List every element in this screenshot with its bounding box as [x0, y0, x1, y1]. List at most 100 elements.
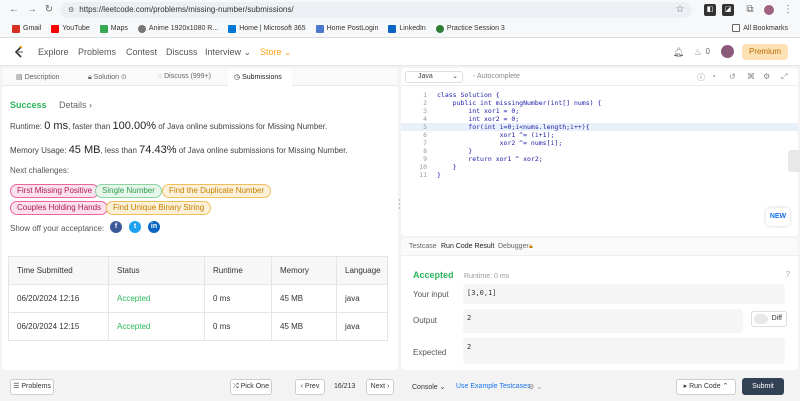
line-number: 9 [423, 155, 427, 163]
submit-button[interactable]: Submit [742, 378, 784, 395]
your-input-label: Your input [413, 290, 449, 299]
tab-submissions[interactable]: ◷ Submissions [234, 73, 282, 81]
extension-icon-2[interactable]: ◪ [722, 4, 734, 16]
code-text: for(int i=0;i<nums.length;i++){ [437, 123, 590, 131]
extension-icon[interactable]: ◧ [704, 4, 716, 16]
success-label: Success [10, 100, 47, 110]
note-count[interactable]: ◔ [711, 72, 716, 81]
language-value: Java [418, 73, 433, 80]
nav-explore[interactable]: Explore [38, 47, 69, 57]
challenge-couples-holding-hands[interactable]: Couples Holding Hands [10, 201, 109, 215]
code-area[interactable]: 1 class Solution { 2 public int missingNu… [401, 88, 798, 236]
code-line: 6 xor1 ^= (i+1); [401, 131, 798, 139]
code-text: xor1 ^= (i+1); [437, 131, 555, 139]
problems-button[interactable]: ☰ Problems [10, 379, 54, 395]
all-bookmarks[interactable]: All Bookmarks [732, 24, 788, 32]
code-text: } [437, 147, 473, 155]
new-feature-badge[interactable]: NEW [766, 208, 790, 226]
help-icon[interactable]: ? [786, 270, 790, 279]
fullscreen-icon[interactable]: ⤢ [781, 72, 787, 82]
challenge-first-missing-positive[interactable]: First Missing Positive [10, 184, 100, 198]
cell-time: 06/20/2024 12:16 [8, 284, 109, 313]
site-info-icon[interactable]: ⚙ [68, 7, 74, 14]
challenge-find-duplicate[interactable]: Find the Duplicate Number [162, 184, 272, 198]
forward-icon[interactable]: → [26, 4, 38, 16]
col-memory[interactable]: Memory [271, 256, 337, 285]
user-avatar[interactable] [721, 45, 734, 58]
tab-run-code-result[interactable]: Run Code Result [441, 243, 494, 250]
bookmark-maps[interactable]: Maps [99, 24, 128, 33]
output-label: Output [413, 316, 438, 325]
expected-value: 2 [463, 338, 785, 364]
shortcuts-icon[interactable]: ⌘ [747, 72, 755, 81]
extensions-icon[interactable]: ⧉ [744, 4, 756, 16]
pick-one-button[interactable]: ⤮ Pick One [230, 379, 272, 395]
next-button[interactable]: Next › [366, 379, 394, 395]
col-runtime[interactable]: Runtime [204, 256, 272, 285]
tab-testcase[interactable]: Testcase [409, 243, 437, 250]
line-number: 5 [423, 123, 427, 131]
console-panel: Testcase Run Code Result Debugger 🔒︎ Acc… [401, 238, 798, 370]
use-example-testcases[interactable]: Use Example Testcases [456, 383, 531, 390]
autocomplete-toggle[interactable]: ◦ Autocomplete [473, 73, 520, 80]
cell-status[interactable]: Accepted [108, 284, 205, 313]
challenge-find-unique-binary[interactable]: Find Unique Binary String [106, 201, 212, 215]
linkedin-icon [388, 24, 397, 33]
more-options-icon[interactable]: ⚙ ⌄ [528, 383, 542, 391]
reload-icon[interactable]: ↻ [43, 4, 55, 16]
bookmark-microsoft365[interactable]: Home | Microsoft 365 [228, 24, 306, 33]
col-time[interactable]: Time Submitted [8, 256, 109, 285]
bookmark-home-postlogin[interactable]: Home PostLogin [315, 24, 378, 33]
reset-icon[interactable]: ↺ [729, 72, 736, 81]
details-link[interactable]: Details › [59, 100, 92, 110]
tab-discuss[interactable]: ◌ Discuss (999+) [158, 73, 211, 80]
star-icon[interactable]: ☆ [674, 4, 686, 16]
bell-icon[interactable]: 🔔︎ [673, 47, 684, 58]
address-bar[interactable]: ⚙ https://leetcode.com/problems/missing-n… [60, 2, 692, 18]
run-code-button[interactable]: ▸ Run Code ⌃ [676, 379, 736, 395]
more-menu-icon[interactable]: ⋮ [782, 4, 794, 16]
language-select[interactable]: Java ⌄ [405, 71, 463, 83]
tab-debugger[interactable]: Debugger [498, 243, 529, 250]
bookmark-youtube[interactable]: YouTube [51, 24, 90, 33]
twitter-icon[interactable]: t [129, 221, 141, 233]
globe-icon [137, 24, 146, 33]
memory-percent: 74.43% [139, 144, 177, 156]
col-status[interactable]: Status [108, 256, 205, 285]
fire-icon[interactable]: ♨ [694, 47, 702, 58]
cell-status[interactable]: Accepted [108, 312, 205, 341]
bookmark-anime[interactable]: Anime 1920x1080 R... [137, 24, 218, 33]
nav-discuss[interactable]: Discuss [166, 47, 198, 57]
tab-solution[interactable]: 🔒︎ Solution ⊙ [88, 73, 127, 82]
facebook-icon[interactable]: f [110, 221, 122, 233]
profile-avatar[interactable] [764, 5, 774, 15]
settings-icon[interactable]: ⚙ [763, 72, 770, 81]
problem-tabs: ▤ Description 🔒︎ Solution ⊙ ◌ Discuss (9… [2, 68, 398, 86]
leetcode-logo-icon[interactable] [12, 45, 26, 59]
diff-toggle[interactable]: Diff [751, 311, 787, 327]
tab-description[interactable]: ▤ Description [16, 73, 60, 81]
back-icon[interactable]: ← [8, 4, 20, 16]
col-language[interactable]: Language [336, 256, 388, 285]
tab-label: Solution [93, 74, 119, 81]
output-value: 2 [463, 309, 743, 333]
bookmark-gmail[interactable]: Gmail [12, 24, 41, 33]
nav-interview[interactable]: Interview ⌄ [205, 47, 251, 58]
table-row[interactable]: 06/20/2024 12:16 Accepted 0 ms 45 MB jav… [8, 284, 388, 313]
table-row[interactable]: 06/20/2024 12:15 Accepted 0 ms 45 MB jav… [8, 312, 388, 341]
nav-problems[interactable]: Problems [78, 47, 116, 57]
toggle-switch [754, 314, 768, 324]
editor-toolbar: Java ⌄ ◦ Autocomplete ⓘ ◔ ↺ ⌘ ⚙ ⤢ [401, 68, 798, 86]
linkedin-icon[interactable]: in [148, 221, 160, 233]
console-toggle[interactable]: Console ⌄ [412, 383, 446, 391]
line-number: 3 [423, 107, 427, 115]
challenge-single-number[interactable]: Single Number [95, 184, 162, 198]
info-icon[interactable]: ⓘ [697, 72, 705, 83]
bookmark-practice-session[interactable]: Practice Session 3 [435, 24, 505, 33]
bookmark-linkedin[interactable]: LinkedIn [388, 24, 426, 33]
prev-button[interactable]: ‹ Prev [295, 379, 325, 395]
nav-contest[interactable]: Contest [126, 47, 157, 57]
side-drawer-handle[interactable] [788, 150, 800, 172]
premium-button[interactable]: Premium [742, 44, 788, 60]
nav-store[interactable]: Store ⌄ [260, 47, 292, 58]
